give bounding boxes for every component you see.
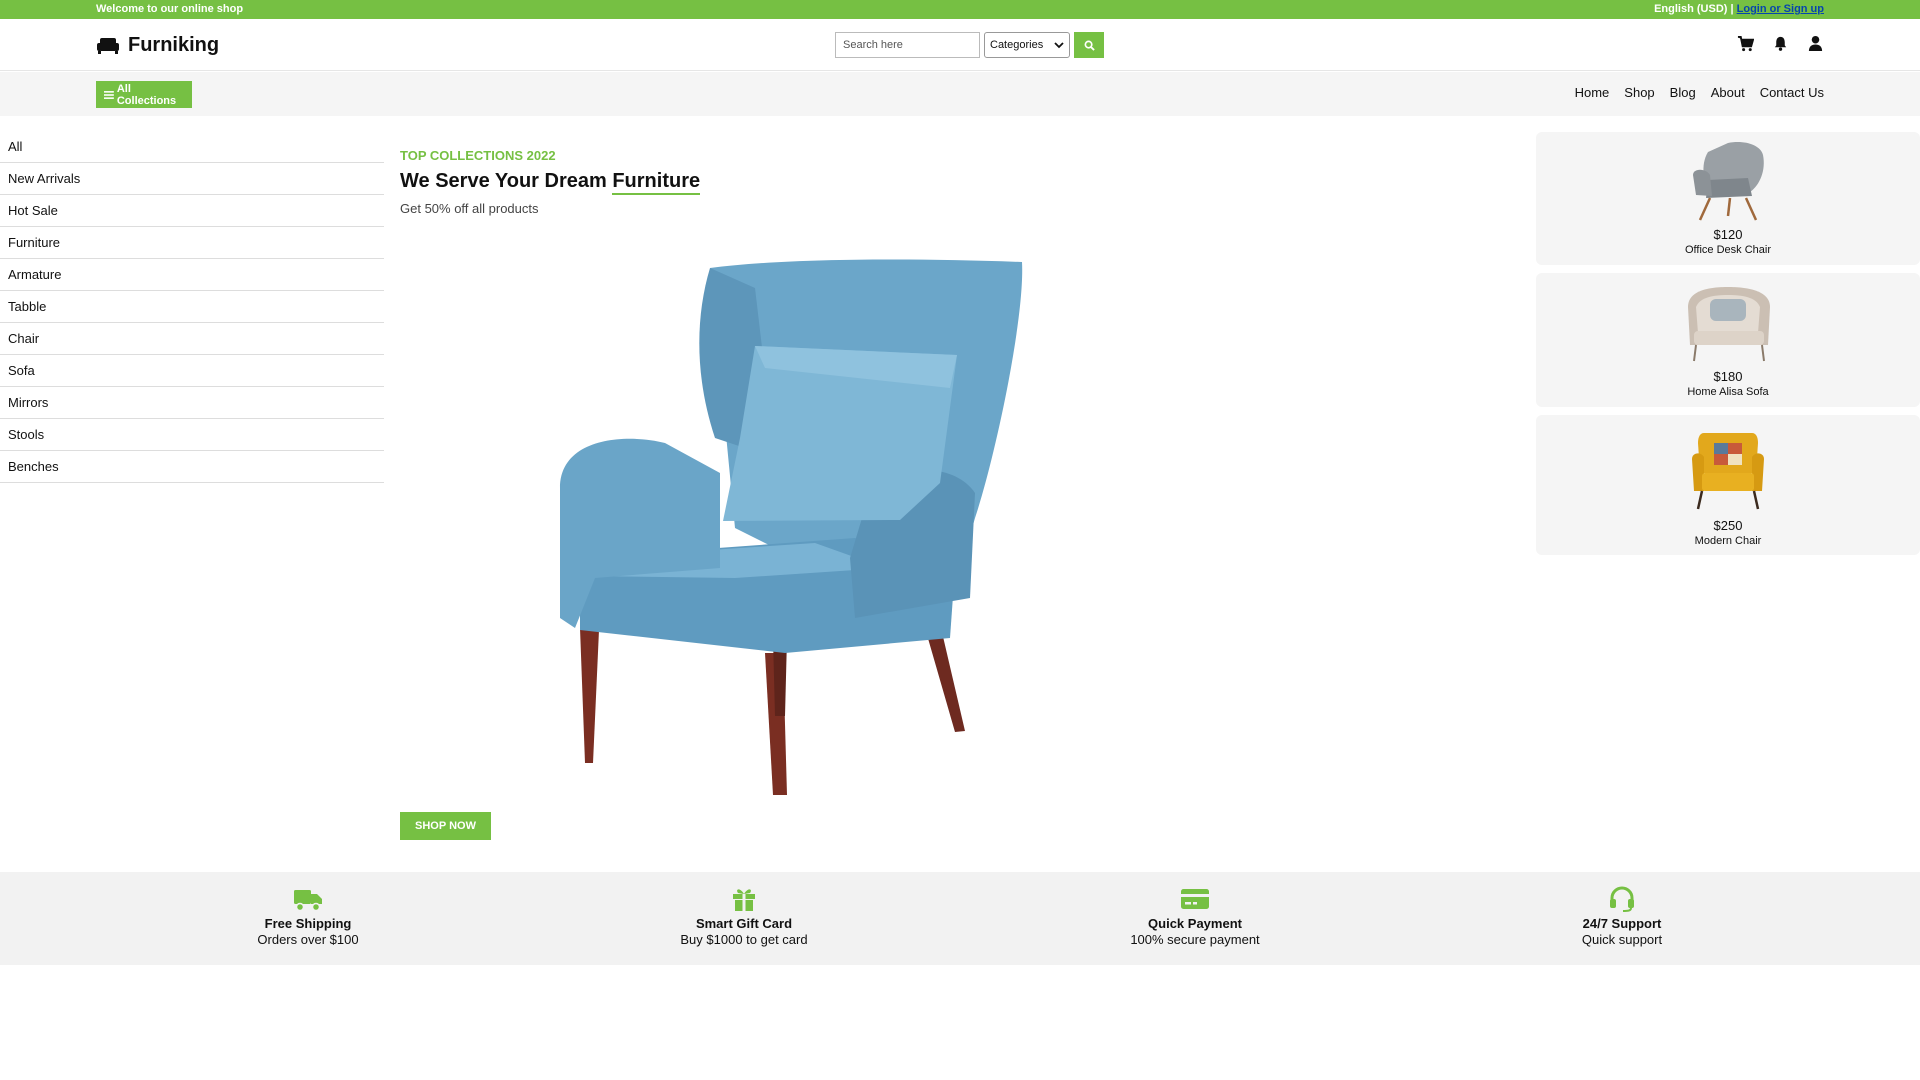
hero-description: Get 50% off all products bbox=[400, 201, 539, 216]
hero-title: We Serve Your Dream Furniture bbox=[400, 170, 701, 195]
category-item-mirrors[interactable]: Mirrors bbox=[0, 387, 384, 419]
nav-link-about[interactable]: About bbox=[1711, 85, 1745, 100]
brand-logo[interactable]: Furniking bbox=[96, 31, 219, 59]
category-item-armature[interactable]: Armature bbox=[0, 259, 384, 291]
hero-armchair-image bbox=[560, 259, 1023, 795]
main-nav: Home Shop Blog About Contact Us bbox=[1575, 85, 1824, 100]
category-item-sofa[interactable]: Sofa bbox=[0, 355, 384, 387]
product-card[interactable]: $180 Home Alisa Sofa bbox=[1536, 273, 1920, 407]
all-collections-button[interactable]: All Collections bbox=[96, 81, 192, 108]
credit-card-icon bbox=[1181, 889, 1209, 909]
search-button[interactable] bbox=[1074, 32, 1104, 58]
welcome-text: Welcome to our online shop bbox=[96, 3, 244, 15]
product-price: $180 bbox=[1713, 369, 1743, 384]
product-name: Modern Chair bbox=[1694, 535, 1762, 547]
category-list: All New Arrivals Hot Sale Furniture Arma… bbox=[0, 131, 384, 483]
hero-title-prefix: We Serve Your Dream bbox=[400, 170, 613, 192]
sofa-icon bbox=[97, 38, 119, 54]
category-item-stools[interactable]: Stools bbox=[0, 419, 384, 451]
nav-bar: All Collections Home Shop Blog About Con… bbox=[0, 72, 1920, 116]
feature-subtitle: Quick support bbox=[1581, 932, 1663, 947]
nav-link-home[interactable]: Home bbox=[1575, 85, 1610, 100]
shop-now-button[interactable]: SHOP NOW bbox=[400, 812, 491, 840]
product-card[interactable]: $250 Modern Chair bbox=[1536, 415, 1920, 555]
bell-icon[interactable] bbox=[1772, 35, 1789, 52]
search-bar: Categories bbox=[835, 32, 1104, 58]
feature-free-shipping: Free Shipping Orders over $100 bbox=[178, 886, 438, 947]
feature-title: Quick Payment bbox=[1148, 916, 1242, 931]
product-card[interactable]: $120 Office Desk Chair bbox=[1536, 132, 1920, 265]
chevron-down-icon bbox=[1054, 42, 1064, 49]
product-image-modern-chair bbox=[1692, 433, 1764, 510]
features-bar: Free Shipping Orders over $100 Smart Gif… bbox=[0, 872, 1920, 965]
category-item-tabble[interactable]: Tabble bbox=[0, 291, 384, 323]
search-icon bbox=[1084, 40, 1095, 51]
headset-icon bbox=[1610, 886, 1634, 912]
header-icons bbox=[1737, 35, 1824, 52]
top-bar: Welcome to our online shop English (USD)… bbox=[0, 0, 1920, 19]
feature-title: 24/7 Support bbox=[1582, 916, 1662, 931]
feature-title: Free Shipping bbox=[264, 916, 352, 931]
hero-title-highlight: Furniture bbox=[612, 170, 701, 195]
feature-subtitle: Buy $1000 to get card bbox=[680, 932, 808, 947]
cart-icon[interactable] bbox=[1737, 35, 1754, 52]
nav-link-contact[interactable]: Contact Us bbox=[1760, 85, 1824, 100]
gift-icon bbox=[733, 889, 755, 911]
user-icon[interactable] bbox=[1807, 35, 1824, 52]
category-item-chair[interactable]: Chair bbox=[0, 323, 384, 355]
product-price: $120 bbox=[1713, 227, 1743, 242]
product-image-office-chair bbox=[1693, 142, 1764, 221]
category-item-all[interactable]: All bbox=[0, 131, 384, 163]
login-signup-link[interactable]: Login or Sign up bbox=[1737, 3, 1824, 15]
feature-gift-card: Smart Gift Card Buy $1000 to get card bbox=[614, 886, 874, 947]
category-item-benches[interactable]: Benches bbox=[0, 451, 384, 483]
top-bar-right: English (USD) | Login or Sign up bbox=[1654, 3, 1824, 15]
product-image-alisa-sofa bbox=[1688, 287, 1770, 362]
feature-subtitle: 100% secure payment bbox=[1130, 932, 1260, 947]
category-item-new-arrivals[interactable]: New Arrivals bbox=[0, 163, 384, 195]
product-price: $250 bbox=[1713, 518, 1743, 533]
brand-name: Furniking bbox=[128, 33, 220, 56]
truck-icon bbox=[294, 890, 322, 912]
hero-subtitle: TOP COLLECTIONS 2022 bbox=[400, 148, 556, 163]
product-name: Home Alisa Sofa bbox=[1687, 386, 1769, 398]
feature-subtitle: Orders over $100 bbox=[257, 932, 359, 947]
category-select[interactable]: Categories bbox=[984, 32, 1070, 58]
nav-link-blog[interactable]: Blog bbox=[1670, 85, 1696, 100]
nav-link-shop[interactable]: Shop bbox=[1624, 85, 1654, 100]
feature-title: Smart Gift Card bbox=[695, 916, 793, 931]
category-select-value: Categories bbox=[990, 39, 1044, 51]
language-currency-text: English (USD) | bbox=[1654, 3, 1734, 15]
menu-icon bbox=[104, 90, 114, 99]
feature-support: 24/7 Support Quick support bbox=[1492, 886, 1752, 947]
category-item-hot-sale[interactable]: Hot Sale bbox=[0, 195, 384, 227]
all-collections-label: All Collections bbox=[116, 82, 177, 107]
search-input[interactable] bbox=[835, 32, 980, 58]
category-item-furniture[interactable]: Furniture bbox=[0, 227, 384, 259]
site-header: Furniking Categories bbox=[0, 19, 1920, 71]
product-name: Office Desk Chair bbox=[1685, 244, 1771, 256]
feature-quick-payment: Quick Payment 100% secure payment bbox=[1065, 886, 1325, 947]
